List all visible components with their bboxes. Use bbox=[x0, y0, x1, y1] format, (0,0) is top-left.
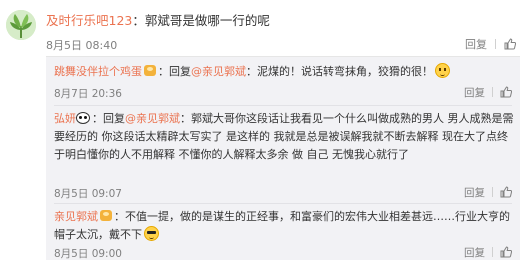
reply-button[interactable]: 回复 bbox=[464, 247, 485, 259]
mention-link[interactable]: @亲见郭斌 bbox=[191, 65, 246, 78]
reply-button[interactable]: 回复 bbox=[465, 38, 487, 51]
vip-badge-icon bbox=[144, 65, 156, 76]
thumb-up-icon[interactable] bbox=[504, 38, 517, 53]
reply-button[interactable]: 回复 bbox=[464, 87, 485, 99]
reply-text: ：不值一提，做的是谋生的正经事，和富豪们的宏伟大业相差甚远……行业大亨的帽子太沉… bbox=[54, 210, 510, 241]
avatar[interactable] bbox=[6, 10, 36, 40]
reply-time: 8月5日 09:07 bbox=[54, 188, 122, 200]
reply-username[interactable]: 弘妍 bbox=[54, 112, 76, 125]
thumb-up-icon[interactable] bbox=[500, 186, 513, 201]
main-comment-text: 郭斌哥是做哪一行的呢 bbox=[144, 13, 270, 28]
comment-thread: 及时行乐吧123：郭斌哥是做哪一行的呢 8月5日 08:40 回复 跳舞没伴拉个… bbox=[0, 0, 528, 260]
action-divider bbox=[492, 247, 493, 257]
panda-icon bbox=[76, 112, 90, 124]
reply-button[interactable]: 回复 bbox=[464, 187, 485, 199]
mention-link[interactable]: @亲见郭斌 bbox=[125, 112, 180, 125]
reply-keyword: ：回复 bbox=[92, 112, 125, 125]
main-comment-actions: 回复 bbox=[465, 36, 517, 53]
reply-text-block: 弘妍 ：回复@亲见郭斌：郭斌大哥你这段话让我看见一个什么叫做成熟的男人 男人成熟是… bbox=[54, 110, 514, 164]
main-comment-colon: ： bbox=[132, 13, 145, 28]
reply-text-block: 亲见郭斌 ：不值一提，做的是谋生的正经事，和富豪们的宏伟大业相差甚远……行业大亨的… bbox=[54, 208, 514, 244]
sunglasses-emoji-icon bbox=[144, 226, 159, 241]
reply-list: 跳舞没伴拉个鸡蛋 ：回复@亲见郭斌：泥煤的！说话转弯抹角，狡猾的很！ 8月7日 2… bbox=[46, 56, 520, 260]
plant-avatar-icon bbox=[6, 10, 36, 40]
action-divider bbox=[492, 187, 493, 197]
main-comment-username[interactable]: 及时行乐吧123 bbox=[46, 13, 132, 28]
reply-item: 弘妍 ：回复@亲见郭斌：郭斌大哥你这段话让我看见一个什么叫做成熟的男人 男人成熟是… bbox=[46, 106, 520, 202]
reply-text-line: 跳舞没伴拉个鸡蛋 ：回复@亲见郭斌：泥煤的！说话转弯抹角，狡猾的很！ bbox=[54, 63, 514, 81]
thumb-up-icon[interactable] bbox=[500, 86, 513, 101]
reply-text: ：泥煤的！说话转弯抹角，狡猾的很！ bbox=[246, 65, 433, 78]
reply-time: 8月7日 20:36 bbox=[54, 88, 122, 100]
reply-actions: 回复 bbox=[464, 85, 513, 101]
action-divider bbox=[495, 39, 496, 49]
reply-keyword: ：回复 bbox=[158, 65, 191, 78]
action-divider bbox=[492, 87, 493, 97]
reply-username[interactable]: 跳舞没伴拉个鸡蛋 bbox=[54, 65, 142, 78]
vip-badge-icon bbox=[100, 210, 112, 221]
reply-item: 亲见郭斌 ：不值一提，做的是谋生的正经事，和富豪们的宏伟大业相差甚远……行业大亨的… bbox=[46, 204, 520, 260]
reply-username[interactable]: 亲见郭斌 bbox=[54, 210, 98, 223]
main-comment-time: 8月5日 08:40 bbox=[46, 39, 118, 52]
main-comment-header: 及时行乐吧123：郭斌哥是做哪一行的呢 bbox=[46, 10, 270, 29]
reply-item: 跳舞没伴拉个鸡蛋 ：回复@亲见郭斌：泥煤的！说话转弯抹角，狡猾的很！ 8月7日 2… bbox=[46, 57, 520, 105]
grin-emoji-icon bbox=[435, 63, 450, 78]
reply-actions: 回复 bbox=[464, 185, 513, 201]
